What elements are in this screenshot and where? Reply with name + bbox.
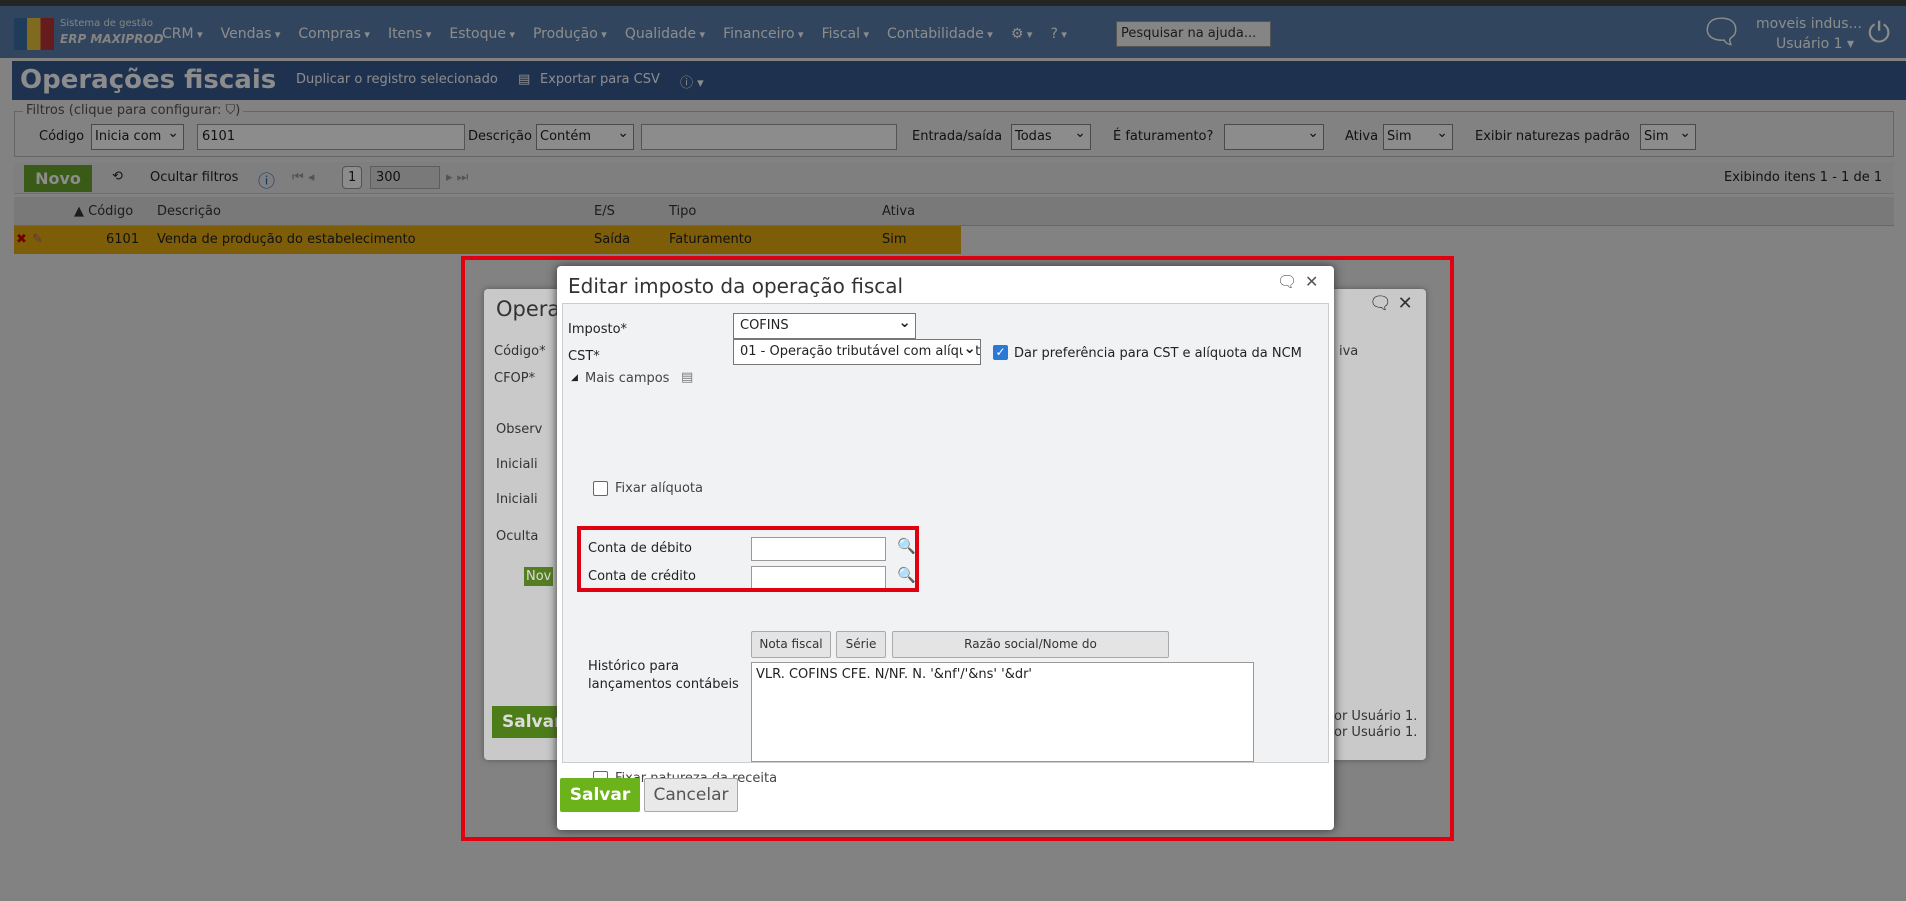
historico-label-line2: lançamentos contábeis [588, 677, 739, 692]
dialog-title: Editar imposto da operação fiscal [568, 274, 904, 298]
historico-label-line1: Histórico para [588, 659, 679, 674]
cst-label: CST* [568, 349, 600, 364]
cst-select[interactable]: 01 - Operação tributável com alíquota [733, 339, 981, 365]
ncm-preference-label: Dar preferência para CST e alíquota da N… [1014, 346, 1302, 361]
dialog-form: Imposto* COFINS CST* 01 - Operação tribu… [562, 303, 1329, 786]
collapse-triangle-icon[interactable]: ◢ [571, 373, 578, 383]
insert-nota-fiscal-button[interactable]: Nota fiscal [751, 631, 831, 658]
salvar-button[interactable]: Salvar [560, 778, 640, 812]
imposto-select[interactable]: COFINS [733, 313, 916, 339]
historico-textarea[interactable]: VLR. COFINS CFE. N/NF. N. '&nf'/'&ns' '&… [751, 662, 1254, 762]
fixar-aliquota-checkbox[interactable] [593, 481, 608, 496]
insert-razao-social-button[interactable]: Razão social/Nome do remetente/destinatá… [892, 631, 1169, 676]
imposto-label: Imposto* [568, 322, 628, 337]
document-icon[interactable]: ▤ [681, 370, 693, 385]
ncm-preference-checkbox[interactable]: ✓ [993, 345, 1008, 360]
insert-serie-button[interactable]: Série [836, 631, 886, 658]
highlight-box [577, 526, 919, 592]
close-icon[interactable]: ✕ [1305, 272, 1318, 291]
mais-campos-toggle[interactable]: Mais campos [585, 371, 669, 386]
editar-imposto-dialog: Editar imposto da operação fiscal 🗨 ✕ Im… [557, 266, 1334, 830]
fixar-aliquota-label: Fixar alíquota [615, 481, 703, 496]
cancelar-button[interactable]: Cancelar [644, 778, 738, 812]
comment-icon[interactable]: 🗨 [1277, 272, 1297, 291]
